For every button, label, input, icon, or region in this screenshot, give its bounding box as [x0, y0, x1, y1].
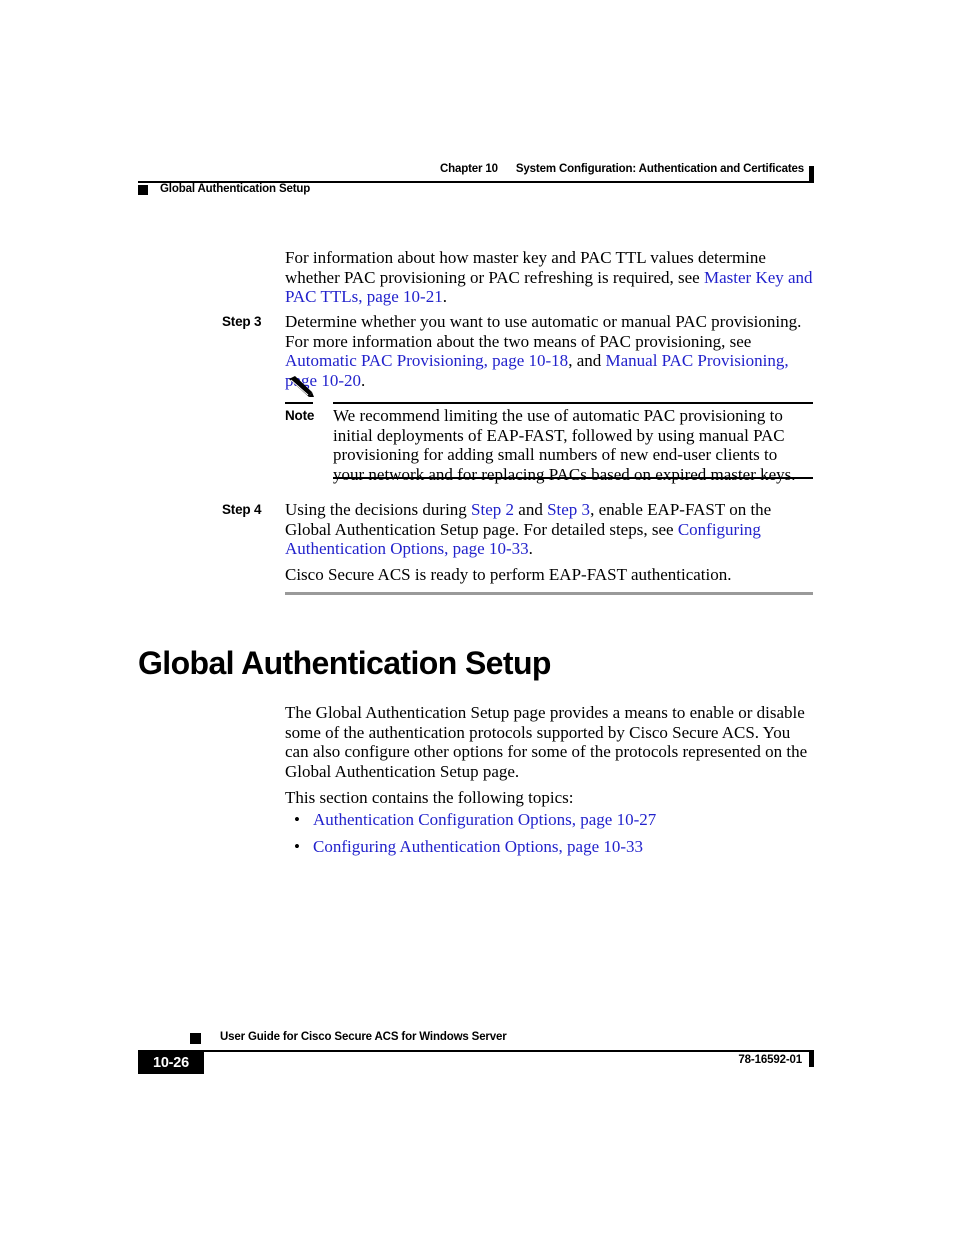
link-authentication-configuration-options[interactable]: Authentication Configuration Options, pa… — [313, 810, 656, 830]
step-3-text-before: Determine whether you want to use automa… — [285, 312, 802, 351]
step-3-text-middle: , and — [568, 351, 606, 370]
section-divider-rule — [285, 592, 813, 595]
footer-rule-end-cap — [809, 1050, 814, 1067]
link-step-3[interactable]: Step 3 — [547, 500, 590, 519]
section-paragraph-1: The Global Authentication Setup page pro… — [285, 703, 808, 781]
step-4-body: Using the decisions during Step 2 and St… — [285, 500, 813, 559]
header-chapter-title: System Configuration: Authentication and… — [515, 163, 804, 175]
section-paragraph-2: This section contains the following topi… — [285, 788, 574, 807]
topics-list: • Authentication Configuration Options, … — [285, 810, 813, 863]
document-page: Chapter 10 System Configuration: Authenti… — [0, 0, 954, 1235]
header-rule-end-cap — [809, 166, 814, 183]
footer-guide-title: User Guide for Cisco Secure ACS for Wind… — [220, 1031, 507, 1043]
step-4-text-mid1: and — [514, 500, 548, 519]
intro-text-after: . — [442, 287, 447, 306]
link-automatic-pac-provisioning[interactable]: Automatic PAC Provisioning, page 10-18 — [285, 351, 568, 370]
pencil-icon — [287, 376, 317, 398]
step-4-text-before: Using the decisions during — [285, 500, 472, 519]
step-4-text-after: . — [528, 539, 533, 558]
closing-paragraph: Cisco Secure ACS is ready to perform EAP… — [285, 565, 732, 584]
intro-paragraph: For information about how master key and… — [285, 248, 813, 307]
page-header: Chapter 10 System Configuration: Authenti… — [138, 163, 814, 195]
note-top-rule — [333, 402, 813, 404]
page-title: Global Authentication Setup — [138, 645, 551, 681]
header-chapter-line: Chapter 10 System Configuration: Authenti… — [138, 163, 814, 175]
note-label: Note — [285, 408, 315, 423]
square-bullet-icon — [190, 1033, 201, 1044]
header-section-row: Global Authentication Setup — [138, 183, 310, 195]
square-bullet-icon — [138, 184, 148, 195]
step-3-body: Determine whether you want to use automa… — [285, 312, 813, 390]
link-step-2[interactable]: Step 2 — [471, 500, 514, 519]
step-3-text-after: . — [361, 370, 366, 390]
intro-text-before: For information about how master key and… — [285, 248, 766, 287]
step-4-label: Step 4 — [222, 502, 262, 517]
note-icon-rule — [285, 402, 313, 404]
note-bottom-rule — [333, 477, 813, 479]
page-number-badge: 10-26 — [138, 1052, 204, 1074]
bullet-icon: • — [294, 836, 300, 856]
note-body-text: We recommend limiting the use of automat… — [333, 406, 796, 484]
header-chapter-number: Chapter 10 — [439, 163, 498, 175]
bullet-icon: • — [294, 810, 300, 829]
list-item: • Configuring Authentication Options, pa… — [285, 837, 813, 857]
document-number: 78-16592-01 — [738, 1054, 802, 1066]
link-configuring-authentication-options-topic[interactable]: Configuring Authentication Options, page… — [313, 837, 643, 857]
step-4-block: Step 4 Using the decisions during Step 2… — [222, 500, 813, 559]
header-section-title: Global Authentication Setup — [160, 183, 311, 195]
footer-rule — [138, 1050, 814, 1052]
note-row: Note We recommend limiting the use of au… — [285, 406, 811, 484]
step-3-label: Step 3 — [222, 314, 262, 329]
list-item: • Authentication Configuration Options, … — [285, 810, 813, 830]
